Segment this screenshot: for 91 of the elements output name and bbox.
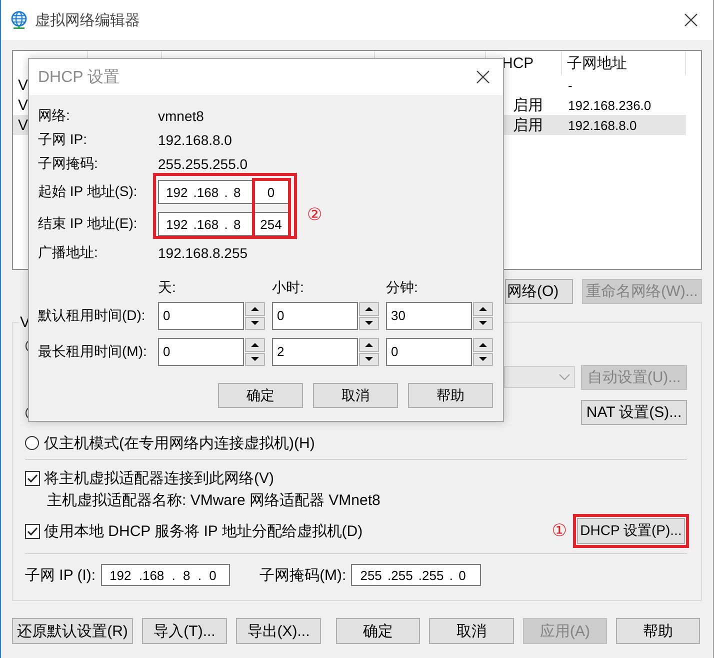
close-icon[interactable] [476,70,490,84]
arc-icon [25,339,28,353]
field-label: 子网掩码: [38,155,99,173]
annotation-number: ① [552,522,567,540]
field-label: 默认租用时间(D): [38,307,146,325]
field-label: 结束 IP 地址(E): [38,214,138,233]
checkmark-icon [27,474,38,482]
up-triangle-icon [251,342,259,347]
import-button[interactable]: 导入(T)... [142,618,227,644]
export-button[interactable]: 导出(X)... [236,618,321,644]
down-triangle-icon [251,321,259,326]
column-header[interactable]: 子网地址 [567,54,627,72]
cancel-button[interactable]: 取消 [313,383,398,408]
spin-up-button[interactable] [473,338,493,352]
spin-down-button[interactable] [245,352,265,366]
number-field[interactable]: 0 [158,302,244,330]
ip-address-field[interactable]: 192 .168 . 8 0 [158,180,290,204]
unit-label: 天: [158,279,177,297]
unit-label: 小时: [272,279,305,297]
field-label: 子网 IP (I): [25,566,96,584]
down-triangle-icon [479,357,487,362]
spin-up-button[interactable] [359,338,379,352]
window-title: 虚拟网络编辑器 [35,10,140,30]
network-button[interactable]: 网络(O) [505,279,573,304]
number-field[interactable]: 0 [272,302,358,330]
ip-address-field[interactable]: 192 .168 . 8 254 [158,212,290,236]
dhcp-settings-button[interactable]: DHCP 设置(P)... [577,518,685,544]
dialog-title: DHCP 设置 [38,68,120,88]
spin-down-button[interactable] [473,316,493,330]
field-label: 网络: [38,107,71,125]
spin-down-button[interactable] [473,352,493,366]
table-cell: V [18,96,28,114]
field-value: 255.255.255.0 [158,156,248,172]
field-label: 起始 IP 地址(S): [38,182,138,201]
number-field[interactable]: 0 [158,338,244,366]
checkbox-label[interactable]: 将主机虚拟适配器连接到此网络(V) [44,468,274,488]
ip-address-field[interactable]: 255 .255 .255 . 0 [351,564,482,586]
spin-up-button[interactable] [359,302,379,316]
checkbox[interactable] [25,470,40,486]
spin-down-button[interactable] [359,352,379,366]
nat-settings-button[interactable]: NAT 设置(S)... [581,400,687,425]
up-triangle-icon [479,342,487,347]
table-cell: 192.168.8.0 [568,118,637,132]
help-button[interactable]: 帮助 [616,618,700,644]
spin-up-button[interactable] [245,302,265,316]
number-field[interactable]: 0 [386,338,472,366]
ip-octet-field[interactable]: 254 [258,216,284,232]
radio-label[interactable]: 仅主机模式(在专用网络内连接虚拟机)(H) [44,434,315,452]
unit-label: 分钟: [386,279,419,297]
down-triangle-icon [251,357,259,362]
radio-button[interactable] [25,436,39,450]
down-triangle-icon [365,357,373,362]
spin-up-button[interactable] [245,338,265,352]
spin-down-button[interactable] [359,316,379,330]
up-triangle-icon [365,342,373,347]
restore-defaults-button[interactable]: 还原默认设置(R) [12,618,133,644]
field-value: 192.168.8.255 [158,245,248,261]
arc-icon [25,406,28,420]
down-triangle-icon [365,321,373,326]
ip-octet-field[interactable]: 0 [258,184,284,200]
ok-button[interactable]: 确定 [218,383,303,408]
number-field[interactable]: 2 [272,338,358,366]
checkbox-label[interactable]: 使用本地 DHCP 服务将 IP 地址分配给虚拟机(D) [44,522,363,540]
cancel-button[interactable]: 取消 [429,618,514,644]
spin-down-button[interactable] [245,316,265,330]
down-triangle-icon [479,321,487,326]
close-icon[interactable] [684,13,698,27]
help-button[interactable]: 帮助 [408,383,493,408]
ok-button[interactable]: 确定 [336,618,420,644]
field-label: 广播地址: [38,244,99,262]
number-field[interactable]: 30 [386,302,472,330]
annotation-number: ② [307,206,322,224]
globe-icon [10,11,28,29]
field-value: vmnet8 [158,108,204,124]
checkmark-icon [27,526,38,536]
table-cell: 192.168.236.0 [568,98,652,112]
up-triangle-icon [479,306,487,311]
checkbox[interactable] [25,524,40,538]
ip-address-field[interactable]: 192 .168 . 8 . 0 [100,564,230,586]
field-label: 子网掩码(M): [260,566,346,584]
field-label: 子网 IP: [38,131,88,149]
field-label: 最长租用时间(M): [38,343,148,361]
table-cell: V [18,116,28,134]
spin-up-button[interactable] [473,302,493,316]
up-triangle-icon [365,306,373,311]
table-cell: 启用 [513,96,543,114]
field-value: 192.168.8.0 [158,132,232,148]
chevron-down-icon [559,374,570,380]
up-triangle-icon [251,306,259,311]
adapter-name-text: 主机虚拟适配器名称: VMware 网络适配器 VMnet8 [47,490,380,510]
table-cell: 启用 [513,116,543,134]
